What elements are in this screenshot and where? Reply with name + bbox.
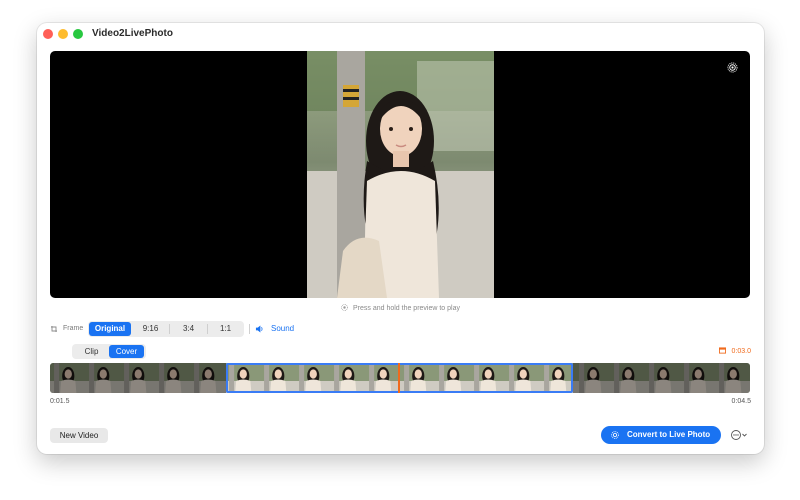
timeline-thumbnail bbox=[575, 363, 611, 393]
live-photo-hint-icon bbox=[341, 304, 348, 311]
convert-label: Convert to Live Photo bbox=[627, 430, 711, 439]
preview-frame-image bbox=[307, 51, 494, 298]
live-photo-icon[interactable] bbox=[727, 62, 738, 73]
timeline-end-time: 0:04.5 bbox=[731, 398, 751, 405]
timeline-thumbnail bbox=[190, 363, 226, 393]
timeline-strip[interactable] bbox=[50, 363, 750, 393]
more-options-icon[interactable] bbox=[730, 429, 748, 441]
timeline-thumbnail bbox=[155, 363, 191, 393]
crop-icon bbox=[51, 326, 57, 332]
timeline-thumbnail bbox=[680, 363, 716, 393]
cover-frame-icon bbox=[718, 347, 726, 354]
frame-toolbar: Frame Original 9:16 3:4 1:1 Sound bbox=[50, 321, 350, 337]
timeline-thumbnail bbox=[715, 363, 750, 393]
timeline-thumbnail bbox=[120, 363, 156, 393]
timeline-thumbnail bbox=[610, 363, 646, 393]
video-preview[interactable] bbox=[50, 51, 750, 298]
aspect-1-1-button[interactable]: 1:1 bbox=[208, 322, 243, 336]
title-bar: Video2LivePhoto bbox=[37, 23, 764, 45]
new-video-button[interactable]: New Video bbox=[50, 428, 108, 443]
app-window: Video2LivePhoto Press and hold the previ… bbox=[37, 23, 764, 454]
aspect-ratio-selector: Original 9:16 3:4 1:1 bbox=[88, 321, 244, 337]
frame-label: Frame bbox=[63, 325, 84, 332]
window-title: Video2LivePhoto bbox=[92, 28, 173, 39]
timeline-thumbnail bbox=[50, 363, 86, 393]
clip-tab[interactable]: Clip bbox=[74, 345, 109, 358]
cover-time: 0:03.0 bbox=[731, 348, 751, 355]
live-photo-icon bbox=[611, 431, 619, 439]
aspect-3-4-button[interactable]: 3:4 bbox=[170, 322, 207, 336]
speaker-icon bbox=[255, 325, 263, 333]
timeline-thumbnail bbox=[85, 363, 121, 393]
timeline-start-time: 0:01.5 bbox=[50, 398, 70, 405]
cover-frame-marker[interactable] bbox=[398, 363, 400, 393]
sound-label: Sound bbox=[271, 324, 295, 333]
convert-button[interactable]: Convert to Live Photo bbox=[601, 426, 721, 444]
cover-tab[interactable]: Cover bbox=[109, 345, 144, 358]
clip-cover-selector: Clip Cover bbox=[72, 344, 146, 359]
aspect-9-16-button[interactable]: 9:16 bbox=[132, 322, 169, 336]
preview-hint-text: Press and hold the preview to play bbox=[352, 305, 460, 312]
close-window-button[interactable] bbox=[43, 29, 53, 39]
minimize-window-button[interactable] bbox=[58, 29, 68, 39]
toolbar-divider bbox=[249, 324, 250, 334]
aspect-original-button[interactable]: Original bbox=[89, 322, 131, 336]
preview-hint: Press and hold the preview to play bbox=[37, 304, 764, 312]
zoom-window-button[interactable] bbox=[73, 29, 83, 39]
timeline-thumbnail bbox=[645, 363, 681, 393]
cover-time-indicator: 0:03.0 bbox=[718, 347, 751, 355]
